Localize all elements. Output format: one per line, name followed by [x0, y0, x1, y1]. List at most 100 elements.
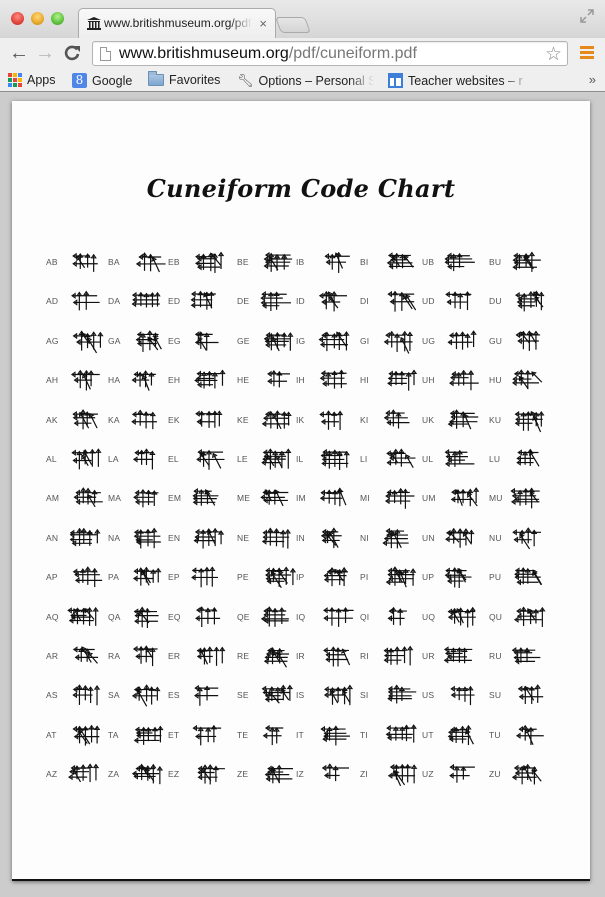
cuneiform-glyph — [133, 489, 159, 508]
cuneiform-glyph — [323, 567, 348, 587]
code-label: IK — [296, 414, 305, 425]
cuneiform-glyph — [450, 487, 480, 507]
code-label: EK — [168, 414, 180, 425]
bookmark-apps[interactable]: Apps — [8, 73, 56, 87]
code-label: PU — [489, 572, 502, 583]
code-label: SA — [108, 690, 120, 701]
code-label: HE — [237, 375, 250, 386]
code-label: AG — [46, 335, 59, 346]
cuneiform-glyph — [449, 764, 475, 783]
folder-icon — [148, 71, 164, 86]
bookmark-teacher-websites[interactable]: Teacher websites – r — [388, 73, 530, 88]
code-label: UQ — [422, 611, 436, 622]
cuneiform-glyph — [510, 487, 540, 509]
cuneiform-glyph — [319, 409, 344, 430]
tab-title: www.britishmuseum.org/pdf/cuneiform.pdf — [104, 16, 252, 30]
code-label: EQ — [168, 611, 181, 622]
cuneiform-glyph — [513, 606, 546, 627]
code-label: UM — [422, 493, 436, 504]
cuneiform-glyph — [196, 448, 225, 470]
cuneiform-glyph — [72, 646, 99, 664]
cuneiform-glyph — [191, 566, 219, 588]
code-label: SE — [237, 690, 249, 701]
bookmarks-overflow-button[interactable]: » — [589, 72, 596, 87]
code-label: BI — [360, 257, 369, 267]
cuneiform-glyph — [190, 291, 216, 311]
cuneiform-glyph — [445, 291, 472, 311]
address-bar[interactable]: www.britishmuseum.org/pdf/cuneiform.pdf … — [92, 41, 568, 66]
bookmark-favorites[interactable]: Favorites — [148, 71, 220, 87]
code-label: TA — [108, 729, 119, 740]
back-button[interactable]: ← — [9, 42, 29, 64]
cuneiform-glyph — [131, 684, 161, 707]
code-label: EG — [168, 335, 181, 346]
code-label: MU — [489, 493, 503, 504]
zoom-window-button[interactable] — [51, 12, 64, 25]
cuneiform-glyph — [133, 606, 159, 628]
code-label: NU — [489, 532, 502, 543]
cuneiform-glyph — [323, 606, 354, 627]
code-label: BA — [108, 257, 120, 267]
url-host: www.britishmuseum.org — [119, 45, 289, 62]
reload-button[interactable] — [63, 42, 81, 67]
code-label: NE — [237, 532, 250, 543]
code-label: IM — [296, 493, 306, 504]
cuneiform-glyph — [321, 763, 350, 782]
code-label: ID — [296, 296, 305, 307]
code-label: KI — [360, 414, 369, 425]
cuneiform-glyph — [133, 527, 161, 549]
bookmark-google[interactable]: 8 Google — [72, 73, 132, 88]
code-label: LI — [360, 454, 368, 464]
code-label: EH — [168, 375, 181, 386]
cuneiform-glyph — [515, 330, 541, 351]
code-label: MA — [108, 493, 122, 504]
chrome-menu-button[interactable] — [580, 46, 594, 60]
code-label: DI — [360, 296, 369, 307]
code-label: QU — [489, 611, 503, 622]
cuneiform-glyph — [385, 488, 415, 510]
cuneiform-glyph — [133, 725, 164, 745]
forward-button[interactable]: → — [35, 42, 55, 64]
code-label: BE — [237, 257, 249, 267]
cuneiform-glyph — [320, 448, 350, 470]
google-icon: 8 — [72, 73, 87, 88]
bookmark-label: Google — [92, 73, 133, 88]
cuneiform-glyph — [511, 763, 542, 785]
code-label: IR — [296, 651, 305, 661]
url-text[interactable]: www.britishmuseum.org/pdf/cuneiform.pdf — [119, 45, 417, 63]
code-label: IT — [296, 729, 304, 740]
bookmark-options[interactable]: 🔧︎ Options – Personal S — [237, 73, 374, 89]
cuneiform-glyph — [194, 369, 226, 389]
close-window-button[interactable] — [11, 12, 24, 25]
cuneiform-glyph — [135, 329, 162, 352]
code-label: AH — [46, 375, 59, 386]
code-label: GU — [489, 335, 503, 346]
minimize-window-button[interactable] — [31, 12, 44, 25]
code-label: ET — [168, 729, 180, 740]
fullscreen-icon[interactable] — [579, 8, 595, 24]
code-label: AK — [46, 414, 58, 425]
bookmark-star-icon[interactable]: ☆ — [545, 43, 562, 66]
tab-active[interactable]: www.britishmuseum.org/pdf/cuneiform.pdf … — [78, 8, 276, 38]
code-label: AN — [46, 532, 59, 543]
url-path: /pdf/cuneiform.pdf — [288, 45, 417, 62]
code-label: GA — [108, 335, 121, 346]
code-label: MI — [360, 493, 370, 504]
code-label: SI — [360, 690, 369, 701]
pdf-viewer[interactable]: Cuneiform Code Chart AB BA EB BE IB BI UB BU AD D… — [0, 93, 605, 897]
new-tab-button[interactable] — [275, 17, 311, 33]
code-label: ZI — [360, 769, 368, 780]
code-label: AT — [46, 729, 57, 740]
cuneiform-glyph — [260, 489, 289, 507]
cuneiform-glyph — [131, 763, 164, 785]
cuneiform-glyph — [386, 448, 416, 469]
cuneiform-glyph — [135, 252, 166, 273]
code-label: RE — [237, 651, 250, 661]
code-label: EL — [168, 454, 179, 464]
code-label: NI — [360, 532, 369, 543]
tab-close-icon[interactable]: × — [259, 16, 267, 31]
cuneiform-glyph — [71, 291, 100, 311]
cuneiform-glyph — [72, 408, 98, 429]
cuneiform-glyph — [387, 606, 407, 626]
code-label: AB — [46, 257, 58, 267]
